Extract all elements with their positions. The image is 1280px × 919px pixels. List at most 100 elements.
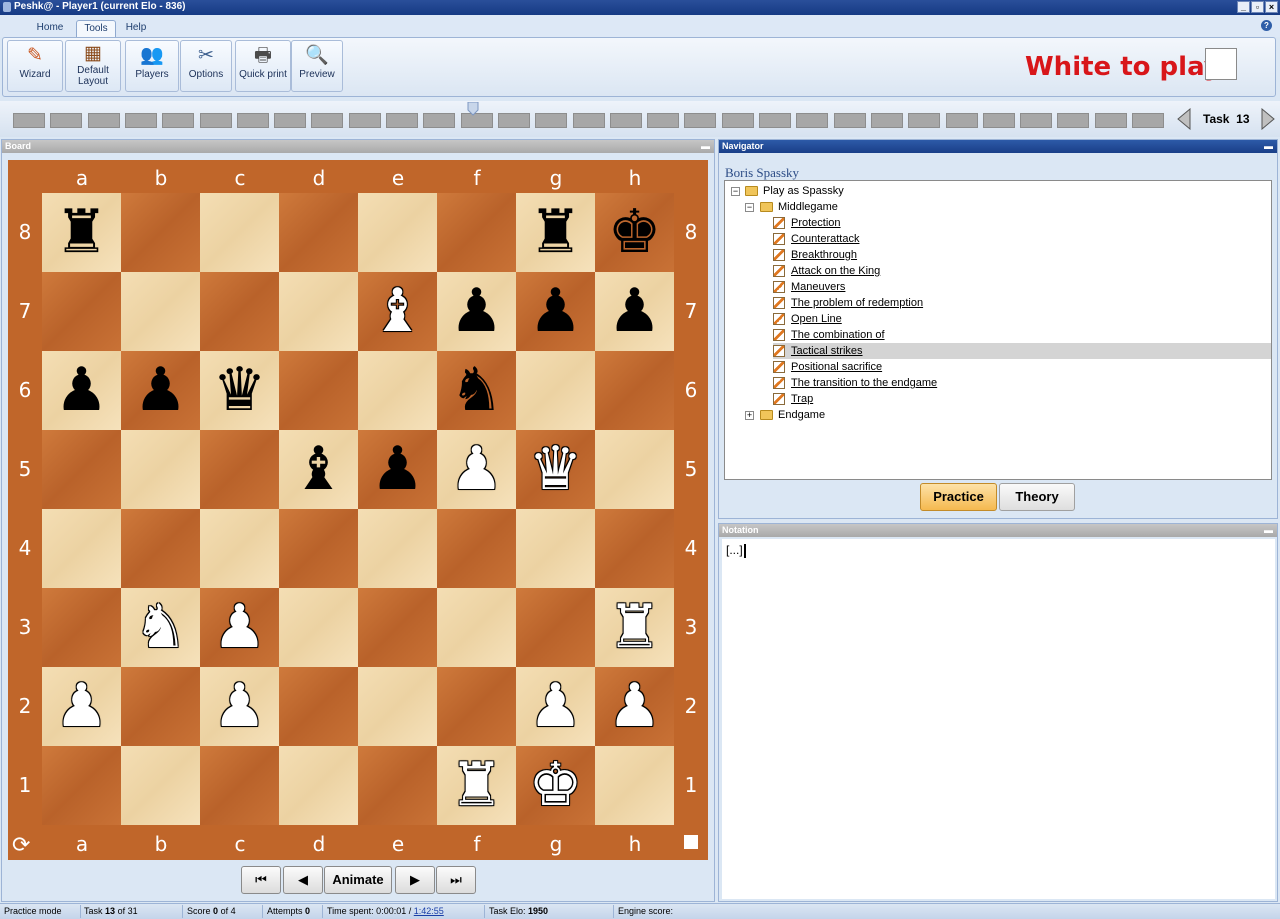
square-c1[interactable] bbox=[200, 746, 279, 825]
flip-board-icon[interactable]: ⟳ bbox=[12, 832, 30, 858]
square-g6[interactable] bbox=[516, 351, 595, 430]
white-rook-f1-icon[interactable]: ♜ bbox=[437, 746, 516, 825]
lesson-item[interactable]: Protection bbox=[773, 215, 841, 231]
black-pawn-g7-icon[interactable]: ♟ bbox=[516, 272, 595, 351]
square-e3[interactable] bbox=[358, 588, 437, 667]
animate-button[interactable]: Animate bbox=[324, 866, 392, 894]
black-bishop-d5-icon[interactable]: ♝ bbox=[279, 430, 358, 509]
wizard-button[interactable]: ✎ Wizard bbox=[7, 40, 63, 92]
previous-task-arrow-icon[interactable] bbox=[1176, 108, 1192, 130]
tab-tools[interactable]: Tools bbox=[76, 20, 116, 37]
task-segment[interactable] bbox=[497, 113, 530, 128]
close-button[interactable]: × bbox=[1265, 1, 1278, 13]
lesson-item[interactable]: Positional sacrifice bbox=[773, 359, 882, 375]
task-segment[interactable] bbox=[870, 113, 903, 128]
tree-group-endgame[interactable]: Endgame bbox=[760, 407, 825, 423]
square-e2[interactable] bbox=[358, 667, 437, 746]
white-pawn-a2-icon[interactable]: ♟ bbox=[42, 667, 121, 746]
square-h4[interactable] bbox=[595, 509, 674, 588]
task-segment[interactable] bbox=[162, 113, 195, 128]
task-segment[interactable] bbox=[609, 113, 642, 128]
collapse-root-icon[interactable]: − bbox=[731, 187, 740, 196]
black-knight-f6-icon[interactable]: ♞ bbox=[437, 351, 516, 430]
lesson-item[interactable]: Trap bbox=[773, 391, 813, 407]
lesson-item[interactable]: Tactical strikes bbox=[773, 343, 1271, 359]
task-segment[interactable] bbox=[423, 113, 456, 128]
task-segment[interactable] bbox=[796, 113, 829, 128]
square-c5[interactable] bbox=[200, 430, 279, 509]
square-d7[interactable] bbox=[279, 272, 358, 351]
black-pawn-f7-icon[interactable]: ♟ bbox=[437, 272, 516, 351]
black-pawn-e5-icon[interactable]: ♟ bbox=[358, 430, 437, 509]
square-h1[interactable] bbox=[595, 746, 674, 825]
white-queen-g5-icon[interactable]: ♛ bbox=[516, 430, 595, 509]
square-c7[interactable] bbox=[200, 272, 279, 351]
square-e6[interactable] bbox=[358, 351, 437, 430]
task-segment[interactable] bbox=[386, 113, 418, 128]
help-icon[interactable]: ? bbox=[1261, 20, 1272, 31]
white-pawn-c3-icon[interactable]: ♟ bbox=[200, 588, 279, 667]
task-segment[interactable] bbox=[87, 113, 120, 128]
task-segment[interactable] bbox=[311, 113, 344, 128]
black-pawn-a6-icon[interactable]: ♟ bbox=[42, 351, 121, 430]
square-b5[interactable] bbox=[121, 430, 200, 509]
white-pawn-h2-icon[interactable]: ♟ bbox=[595, 667, 674, 746]
task-segment[interactable] bbox=[572, 113, 605, 128]
task-segment[interactable] bbox=[348, 113, 381, 128]
square-e8[interactable] bbox=[358, 193, 437, 272]
task-segment[interactable] bbox=[535, 113, 568, 128]
next-task-arrow-icon[interactable] bbox=[1260, 108, 1276, 130]
task-segment[interactable] bbox=[684, 113, 717, 128]
square-f8[interactable] bbox=[437, 193, 516, 272]
practice-button[interactable]: Practice bbox=[920, 483, 997, 511]
square-b4[interactable] bbox=[121, 509, 200, 588]
maximize-button[interactable]: ▫ bbox=[1251, 1, 1264, 13]
black-rook-a8-icon[interactable]: ♜ bbox=[42, 193, 121, 272]
square-a1[interactable] bbox=[42, 746, 121, 825]
white-pawn-g2-icon[interactable]: ♟ bbox=[516, 667, 595, 746]
square-b2[interactable] bbox=[121, 667, 200, 746]
square-b7[interactable] bbox=[121, 272, 200, 351]
lesson-item[interactable]: Breakthrough bbox=[773, 247, 857, 263]
white-knight-b3-icon[interactable]: ♞ bbox=[121, 588, 200, 667]
lesson-item[interactable]: Attack on the King bbox=[773, 263, 880, 279]
black-pawn-b6-icon[interactable]: ♟ bbox=[121, 351, 200, 430]
square-h6[interactable] bbox=[595, 351, 674, 430]
collapse-middlegame-icon[interactable]: − bbox=[745, 203, 754, 212]
task-segment[interactable] bbox=[274, 113, 307, 128]
lesson-item[interactable]: Open Line bbox=[773, 311, 842, 327]
square-d1[interactable] bbox=[279, 746, 358, 825]
white-bishop-e7-icon[interactable]: ♝ bbox=[358, 272, 437, 351]
lesson-item[interactable]: Counterattack bbox=[773, 231, 859, 247]
task-segment[interactable] bbox=[759, 113, 791, 128]
theory-button[interactable]: Theory bbox=[999, 483, 1075, 511]
lesson-item[interactable]: The combination of bbox=[773, 327, 885, 343]
square-h5[interactable] bbox=[595, 430, 674, 509]
task-segment[interactable] bbox=[1057, 113, 1090, 128]
square-e4[interactable] bbox=[358, 509, 437, 588]
square-b8[interactable] bbox=[121, 193, 200, 272]
square-g3[interactable] bbox=[516, 588, 595, 667]
notation-area[interactable] bbox=[722, 539, 1275, 899]
first-move-button[interactable]: ⏮ bbox=[241, 866, 281, 894]
tree-group-middlegame[interactable]: Middlegame bbox=[760, 199, 838, 215]
minimize-button[interactable]: _ bbox=[1237, 1, 1250, 13]
task-segment[interactable] bbox=[908, 113, 941, 128]
square-b1[interactable] bbox=[121, 746, 200, 825]
task-segment[interactable] bbox=[199, 113, 232, 128]
white-pawn-c2-icon[interactable]: ♟ bbox=[200, 667, 279, 746]
square-a3[interactable] bbox=[42, 588, 121, 667]
square-d2[interactable] bbox=[279, 667, 358, 746]
last-move-button[interactable]: ⏭ bbox=[436, 866, 476, 894]
preview-button[interactable]: 🔍 Preview bbox=[291, 40, 343, 92]
lesson-item[interactable]: Maneuvers bbox=[773, 279, 845, 295]
task-segment[interactable] bbox=[124, 113, 157, 128]
task-segment[interactable] bbox=[982, 113, 1015, 128]
task-segment[interactable] bbox=[236, 113, 269, 128]
previous-move-button[interactable]: ◀ bbox=[283, 866, 323, 894]
players-button[interactable]: 👥 Players bbox=[125, 40, 179, 92]
white-king-g1-icon[interactable]: ♚ bbox=[516, 746, 595, 825]
black-queen-c6-icon[interactable]: ♛ bbox=[200, 351, 279, 430]
black-pawn-h7-icon[interactable]: ♟ bbox=[595, 272, 674, 351]
square-g4[interactable] bbox=[516, 509, 595, 588]
